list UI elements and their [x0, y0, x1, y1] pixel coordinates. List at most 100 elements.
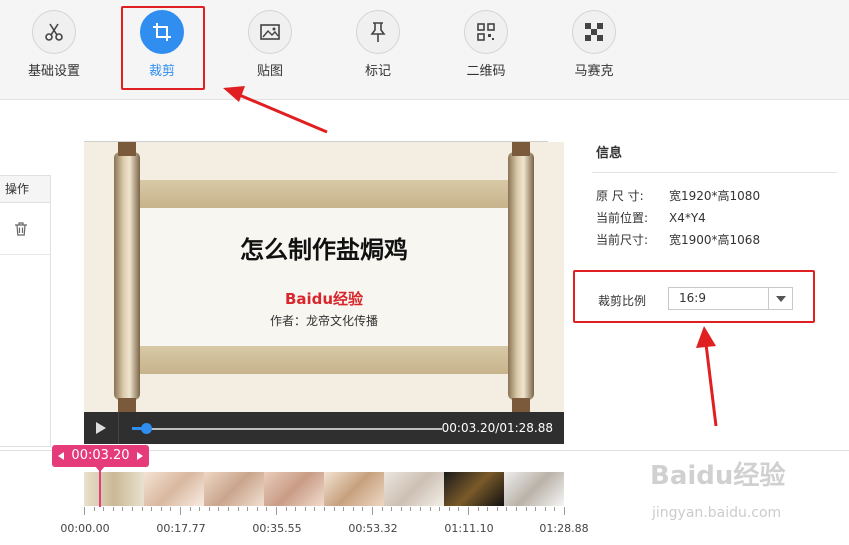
ruler-tick	[170, 507, 172, 511]
qr-code-icon	[464, 10, 508, 54]
ruler-tick	[362, 507, 364, 511]
crop-tool-highlight	[121, 6, 205, 90]
video-author: 作者：龙帝文化传播	[269, 314, 378, 328]
ruler-tick	[429, 507, 431, 511]
timeline-label: 00:53.32	[348, 522, 398, 535]
ruler-tick	[112, 507, 114, 511]
progress-track[interactable]	[148, 428, 442, 430]
ruler-tick	[122, 507, 124, 511]
info-divider	[592, 172, 837, 173]
video-preview[interactable]: 怎么制作盐焗鸡 Baidu经验 作者：龙帝文化传播	[84, 142, 564, 412]
ruler-tick	[93, 507, 95, 511]
ruler-tick	[535, 507, 537, 511]
tool-mosaic[interactable]: 马赛克	[554, 10, 634, 79]
ruler-tick	[160, 507, 162, 511]
scissors-icon	[32, 10, 76, 54]
tool-label: 马赛克	[574, 64, 614, 79]
scroll-image	[84, 142, 564, 412]
tool-label: 贴图	[256, 64, 283, 79]
arrow-right-icon[interactable]	[137, 452, 143, 460]
ruler-tick	[554, 507, 556, 511]
timeline-label: 00:17.77	[156, 522, 206, 535]
cursor-time: 00:03.20	[71, 448, 130, 463]
ruler-tick	[141, 507, 143, 511]
timeline-label: 01:28.88	[539, 522, 589, 535]
baidu-logo: Baidu经验	[284, 290, 364, 308]
info-panel: 信息 原 尺 寸: 宽1920*高1080 当前位置: X4*Y4 当前尺寸: 宽19…	[592, 142, 837, 247]
thumbnail-frame	[444, 472, 504, 506]
tool-label: 二维码	[466, 64, 506, 79]
ruler-tick	[285, 507, 287, 511]
info-value: 宽1900*高1068	[669, 233, 761, 247]
tool-qr-code[interactable]: 二维码	[446, 10, 526, 79]
ruler-tick	[496, 507, 498, 511]
video-title: 怎么制作盐焗鸡	[240, 236, 408, 264]
playback-time: 00:03.20/01:28.88	[441, 421, 553, 435]
ruler-tick	[410, 507, 412, 511]
info-row-original-size: 原 尺 寸: 宽1920*高1080	[596, 187, 760, 204]
ruler-tick	[266, 507, 268, 511]
ruler-tick	[448, 507, 450, 511]
info-value: 宽1920*高1080	[669, 189, 761, 203]
play-button[interactable]	[84, 412, 119, 444]
ruler-tick	[295, 507, 297, 511]
ruler-tick	[151, 507, 153, 511]
play-icon	[96, 422, 106, 434]
thumbnail-frame	[324, 472, 384, 506]
ruler-tick	[237, 507, 239, 511]
ruler-tick	[189, 507, 191, 511]
ruler-tick	[525, 507, 527, 511]
ruler-tick	[324, 507, 325, 511]
operations-header: 操作	[0, 176, 50, 203]
thumbnail-frame	[84, 472, 144, 506]
ruler-tick	[458, 507, 460, 511]
timeline-label: 01:11.10	[444, 522, 494, 535]
timeline-ruler	[84, 507, 565, 515]
thumbnail-frame	[264, 472, 324, 506]
tool-label: 标记	[364, 64, 391, 79]
ruler-tick	[180, 507, 181, 515]
thumbnail-strip[interactable]	[84, 472, 564, 506]
ruler-tick	[218, 507, 220, 511]
ruler-tick	[276, 507, 277, 515]
ruler-tick	[84, 507, 85, 515]
info-key: 当前位置:	[596, 211, 649, 225]
ruler-tick	[256, 507, 258, 511]
time-cursor[interactable]: 00:03.20	[52, 445, 149, 467]
ruler-tick	[132, 507, 133, 511]
ruler-tick	[516, 507, 517, 511]
ruler-tick	[372, 507, 373, 515]
ruler-tick	[391, 507, 393, 511]
info-row-current-size: 当前尺寸: 宽1900*高1068	[596, 231, 760, 248]
ruler-tick	[352, 507, 354, 511]
ruler-tick	[544, 507, 546, 511]
tool-basic-settings[interactable]: 基础设置	[14, 10, 94, 79]
watermark-logo: Baidu经验	[650, 461, 786, 491]
info-key: 原 尺 寸:	[596, 189, 644, 203]
delete-icon[interactable]	[14, 221, 50, 240]
ruler-tick	[208, 507, 210, 511]
operations-panel: 操作	[0, 175, 51, 447]
thumbnail-frame	[504, 472, 564, 506]
ruler-tick	[420, 507, 421, 511]
info-key: 当前尺寸:	[596, 233, 649, 247]
timeline-label: 00:35.55	[252, 522, 302, 535]
ruler-tick	[247, 507, 249, 511]
tool-sticker[interactable]: 贴图	[230, 10, 310, 79]
thumbnail-frame	[204, 472, 264, 506]
ruler-tick	[199, 507, 201, 511]
progress-handle[interactable]	[141, 423, 152, 434]
annotation-arrow-icon	[223, 86, 328, 134]
ruler-tick	[103, 507, 105, 511]
player-bar: 00:03.20/01:28.88	[84, 412, 564, 444]
tool-label: 基础设置	[27, 64, 80, 79]
info-title: 信息	[596, 146, 623, 161]
tool-marker[interactable]: 标记	[338, 10, 418, 79]
thumbnail-frame	[144, 472, 204, 506]
cursor-line[interactable]	[99, 467, 101, 507]
pin-icon	[356, 10, 400, 54]
info-row-position: 当前位置: X4*Y4	[596, 209, 706, 226]
ruler-tick	[468, 507, 469, 515]
ruler-tick	[487, 507, 489, 511]
watermark-url: jingyan.baidu.com	[652, 505, 782, 521]
